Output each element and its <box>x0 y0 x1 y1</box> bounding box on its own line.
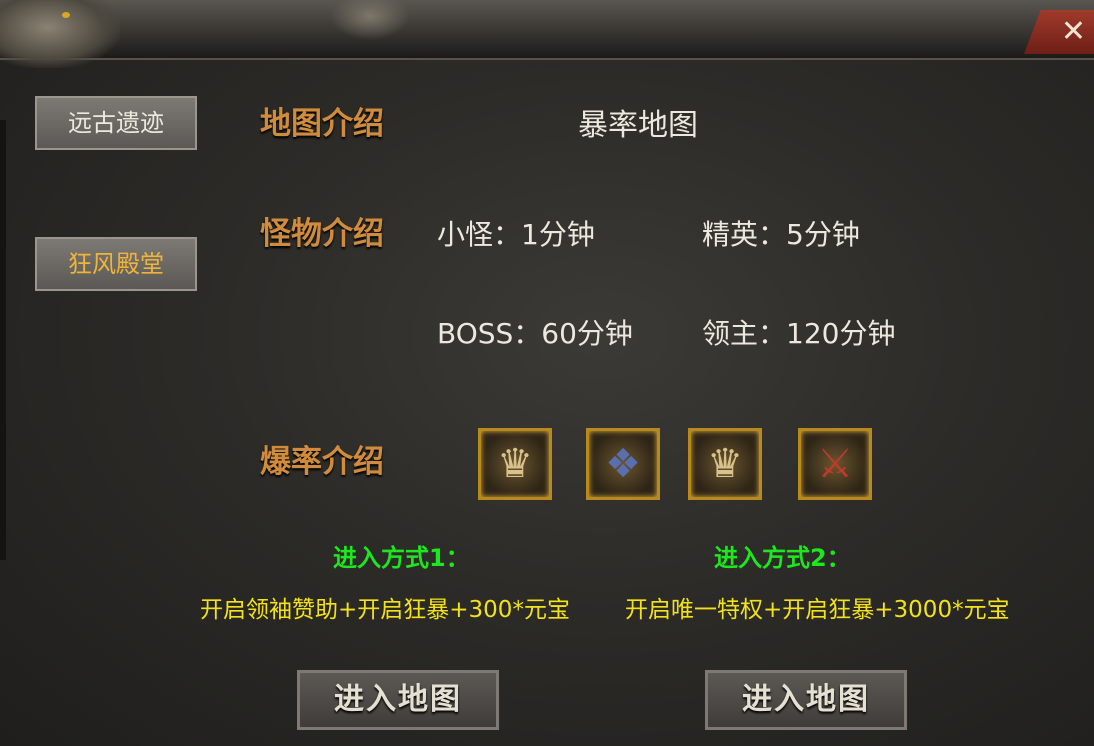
ornament-icon <box>330 0 410 40</box>
helmet-icon: ♛ <box>497 441 533 487</box>
monster-lord-timer: 领主：120分钟 <box>702 317 896 350</box>
entry-method-1-title: 进入方式1： <box>333 544 470 572</box>
drop-item-slot[interactable]: ♛ <box>478 428 552 500</box>
monster-elite-timer: 精英：5分钟 <box>702 218 860 251</box>
left-edge <box>0 120 6 560</box>
helmet-icon: ♛ <box>707 441 743 487</box>
drop-item-slot[interactable]: ❖ <box>586 428 660 500</box>
drop-intro-label: 爆率介绍 <box>260 444 384 480</box>
enter-map-button-2[interactable]: 进入地图 <box>705 670 907 730</box>
monster-intro-label: 怪物介绍 <box>260 216 384 252</box>
title-bar <box>0 0 1094 60</box>
sidebar-item-wind-hall[interactable]: 狂风殿堂 <box>35 237 197 291</box>
entry-method-2-desc: 开启唯一特权+开启狂暴+3000*元宝 <box>625 597 1010 623</box>
entry-method-1-desc: 开启领袖赞助+开启狂暴+300*元宝 <box>200 597 570 623</box>
sword-icon: ⚔ <box>817 441 853 487</box>
enter-map-button-1[interactable]: 进入地图 <box>297 670 499 730</box>
map-intro-label: 地图介绍 <box>260 106 384 142</box>
map-intro-value: 暴率地图 <box>578 108 698 143</box>
drop-item-slot[interactable]: ♛ <box>688 428 762 500</box>
monster-boss-timer: BOSS：60分钟 <box>437 317 633 350</box>
drop-item-slot[interactable]: ⚔ <box>798 428 872 500</box>
close-icon: ✕ <box>1060 14 1086 49</box>
monster-small-timer: 小怪：1分钟 <box>437 218 595 251</box>
sidebar-item-ancient-ruins[interactable]: 远古遗迹 <box>35 96 197 150</box>
entry-method-2-title: 进入方式2： <box>714 544 851 572</box>
dragon-ornament-icon <box>0 0 120 68</box>
map-panel: ✕ 远古遗迹 狂风殿堂 地图介绍 暴率地图 怪物介绍 小怪：1分钟 精英：5分钟… <box>0 0 1094 746</box>
armor-icon: ❖ <box>605 441 641 487</box>
